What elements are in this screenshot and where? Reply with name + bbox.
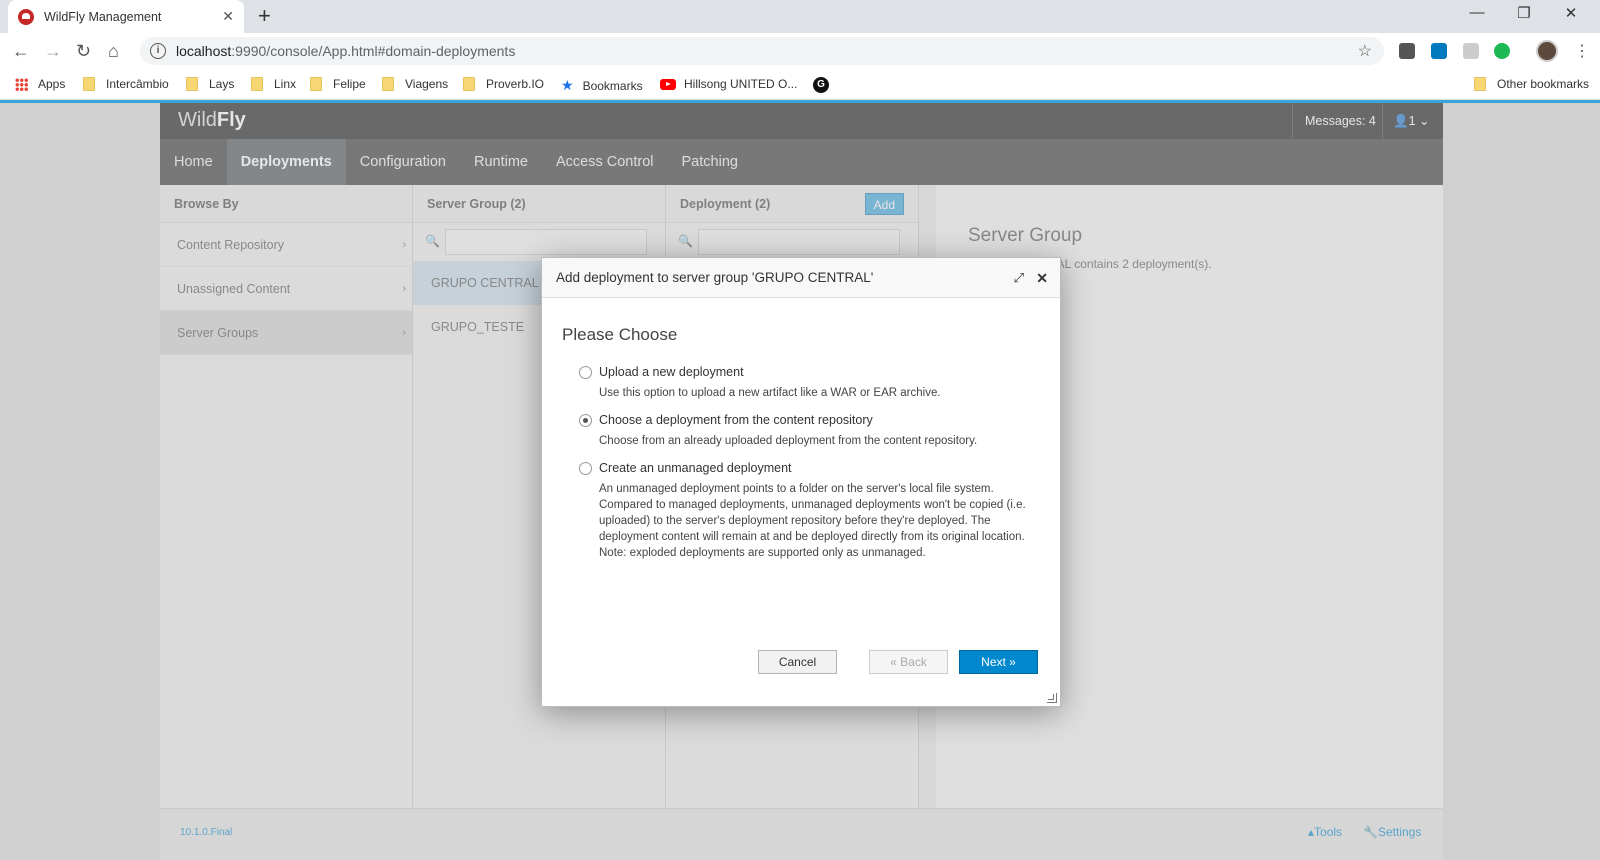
g-icon: G (813, 77, 829, 93)
star-icon: ★ (561, 77, 574, 93)
address-bar[interactable]: i localhost:9990/console/App.html#domain… (140, 37, 1384, 65)
add-deployment-dialog: Add deployment to server group 'GRUPO CE… (541, 257, 1061, 707)
radio-upload[interactable] (579, 366, 592, 379)
profile-avatar[interactable] (1536, 40, 1558, 62)
minimize-icon[interactable]: — (1454, 4, 1500, 21)
dialog-header: Add deployment to server group 'GRUPO CE… (542, 258, 1060, 298)
folder-icon (310, 77, 322, 91)
bookmark-bookmarks[interactable]: ★ Bookmarks (561, 77, 643, 94)
back-icon[interactable]: ← (12, 41, 30, 61)
resize-handle-icon[interactable] (1047, 693, 1057, 703)
radio-content-repository[interactable] (579, 414, 592, 427)
apps-grid-icon (15, 77, 28, 91)
new-tab-button[interactable]: + (258, 4, 271, 28)
folder-icon (186, 77, 198, 91)
bookmark-apps[interactable]: Apps (15, 77, 65, 91)
url-text: localhost:9990/console/App.html#domain-d… (176, 43, 516, 59)
tab-close-icon[interactable]: ✕ (222, 8, 234, 25)
option-label: Choose a deployment from the content rep… (599, 413, 873, 427)
back-button[interactable]: « Back (869, 650, 948, 674)
option-description: Use this option to upload a new artifact… (599, 387, 941, 399)
next-button[interactable]: Next » (959, 650, 1038, 674)
bookmark-intercambio[interactable]: Intercâmbio (83, 77, 169, 91)
folder-icon (251, 77, 263, 91)
bookmark-lays[interactable]: Lays (186, 77, 234, 91)
trello-icon[interactable] (1431, 43, 1447, 59)
extension-m-icon[interactable] (1463, 43, 1479, 59)
youtube-icon (660, 78, 676, 90)
info-icon[interactable]: i (150, 43, 166, 59)
browser-toolbar: ← → ↻ ⌂ i localhost:9990/console/App.htm… (0, 33, 1600, 69)
wildfly-favicon-icon (18, 8, 34, 25)
bookmark-hillsong[interactable]: Hillsong UNITED O... (660, 77, 797, 91)
folder-icon (463, 77, 475, 91)
bookmark-proverb[interactable]: Proverb.IO (463, 77, 544, 91)
folder-icon (1474, 77, 1486, 91)
maximize-icon[interactable]: ⤢ (1014, 258, 1024, 298)
home-icon[interactable]: ⌂ (108, 41, 119, 61)
bookmarks-bar: Apps Intercâmbio Lays Linx Felipe Viagen… (0, 69, 1600, 100)
extension-icon[interactable] (1399, 43, 1415, 59)
cancel-button[interactable]: Cancel (758, 650, 837, 674)
option-label: Create an unmanaged deployment (599, 461, 792, 475)
tab-title: WildFly Management (44, 9, 162, 24)
browser-tabstrip: WildFly Management ✕ + — ❐ ✕ (0, 0, 1600, 33)
please-choose-heading: Please Choose (562, 325, 678, 344)
close-icon[interactable]: ✕ (1036, 258, 1048, 298)
bookmark-g[interactable]: G (813, 77, 829, 93)
bookmark-linx[interactable]: Linx (251, 77, 296, 91)
bookmark-viagens[interactable]: Viagens (382, 77, 448, 91)
radio-unmanaged[interactable] (579, 462, 592, 475)
close-window-icon[interactable]: ✕ (1548, 4, 1594, 22)
reload-icon[interactable]: ↻ (76, 41, 91, 61)
extension-green-icon[interactable] (1494, 43, 1510, 59)
bookmark-felipe[interactable]: Felipe (310, 77, 366, 91)
option-label: Upload a new deployment (599, 365, 744, 379)
browser-tab[interactable]: WildFly Management ✕ (8, 0, 244, 33)
browser-menu-icon[interactable]: ⋮ (1574, 41, 1590, 61)
other-bookmarks[interactable]: Other bookmarks (1474, 77, 1589, 91)
folder-icon (382, 77, 394, 91)
restore-icon[interactable]: ❐ (1501, 4, 1547, 22)
dialog-title: Add deployment to server group 'GRUPO CE… (556, 270, 874, 285)
option-description: Choose from an already uploaded deployme… (599, 435, 978, 447)
folder-icon (83, 77, 95, 91)
option-description: An unmanaged deployment points to a fold… (599, 483, 1026, 559)
bookmark-star-icon[interactable]: ☆ (1358, 41, 1372, 61)
forward-icon[interactable]: → (44, 41, 62, 61)
